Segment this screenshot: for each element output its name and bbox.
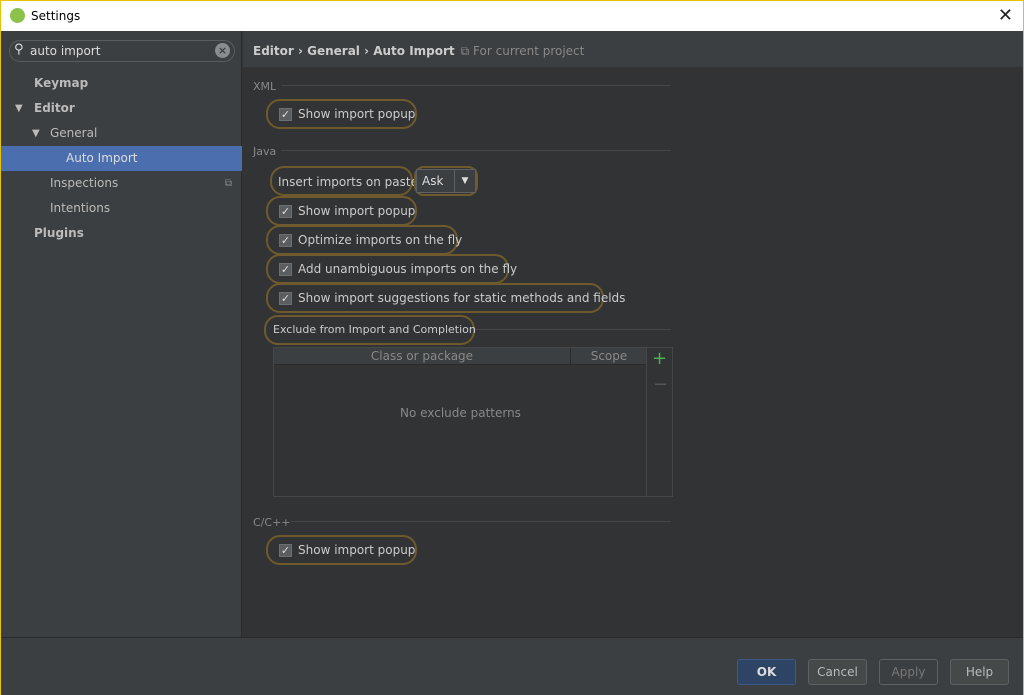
help-button[interactable]: Help xyxy=(950,659,1009,685)
checkbox-checked-icon: ✓ xyxy=(279,204,292,218)
remove-icon[interactable]: − xyxy=(653,374,668,395)
sidebar-item-label: Intentions xyxy=(50,201,111,215)
apply-button[interactable]: Apply xyxy=(879,659,938,685)
search-value: auto import xyxy=(30,44,101,58)
add-unambiguous-imports-checkbox[interactable]: ✓ Add unambiguous imports on the fly xyxy=(279,262,517,276)
breadcrumb: Editor › General › Auto Import xyxy=(253,44,455,58)
android-studio-logo-icon xyxy=(10,8,25,23)
exclude-section-title: Exclude from Import and Completion xyxy=(273,323,476,336)
settings-window: Settings ✕ ⚲ auto import × Keymap ▼ Edito… xyxy=(0,0,1024,695)
sidebar-item-label: General xyxy=(50,126,98,140)
checkbox-checked-icon: ✓ xyxy=(279,262,292,276)
cpp-show-import-popup-checkbox[interactable]: ✓ Show import popup xyxy=(279,543,415,557)
search-icon: ⚲ xyxy=(14,42,24,57)
divider xyxy=(281,150,671,151)
expand-arrow-icon[interactable]: ▼ xyxy=(32,121,40,146)
checkbox-label: Show import popup xyxy=(298,107,416,121)
title-bar: Settings ✕ xyxy=(1,1,1023,31)
sidebar-item-label: Plugins xyxy=(34,226,84,240)
checkbox-checked-icon: ✓ xyxy=(279,543,292,557)
checkbox-label: Optimize imports on the fly xyxy=(298,233,463,247)
divider xyxy=(291,521,671,522)
xml-show-import-popup-checkbox[interactable]: ✓ Show import popup xyxy=(279,107,415,121)
column-class-or-package[interactable]: Class or package xyxy=(274,348,571,365)
divider xyxy=(281,85,671,86)
close-icon[interactable]: ✕ xyxy=(998,5,1013,26)
sidebar-item-keymap[interactable]: Keymap xyxy=(1,71,242,96)
dropdown-value: Ask xyxy=(422,174,444,188)
project-scope-icon: ⧉ xyxy=(460,44,474,58)
optimize-imports-checkbox[interactable]: ✓ Optimize imports on the fly xyxy=(279,233,462,247)
static-import-suggestions-checkbox[interactable]: ✓ Show import suggestions for static meth… xyxy=(279,291,625,305)
checkbox-label: Add unambiguous imports on the fly xyxy=(298,262,518,276)
insert-imports-dropdown[interactable]: Ask ▼ xyxy=(416,169,476,193)
checkbox-checked-icon: ✓ xyxy=(279,291,292,305)
sidebar-item-editor[interactable]: ▼ Editor xyxy=(1,96,242,121)
window-title: Settings xyxy=(31,9,81,23)
footer: OK Cancel Apply Help xyxy=(1,637,1023,695)
checkbox-label: Show import suggestions for static metho… xyxy=(298,291,626,305)
checkbox-label: Show import popup xyxy=(298,543,416,557)
project-scope-icon: ⧉ xyxy=(224,178,232,189)
java-show-import-popup-checkbox[interactable]: ✓ Show import popup xyxy=(279,204,415,218)
checkbox-label: Show import popup xyxy=(298,204,416,218)
clear-search-icon[interactable]: × xyxy=(215,43,230,58)
empty-message: No exclude patterns xyxy=(400,406,521,420)
sidebar-item-label: Auto Import xyxy=(66,151,138,165)
section-xml: XML xyxy=(253,80,277,93)
insert-imports-label: Insert imports on paste: xyxy=(278,175,423,189)
ok-button[interactable]: OK xyxy=(737,659,796,685)
sidebar-item-label: Editor xyxy=(34,101,75,115)
sidebar-item-inspections[interactable]: Inspections ⧉ xyxy=(1,171,242,196)
sidebar-item-auto-import[interactable]: Auto Import xyxy=(1,146,242,171)
sidebar: ⚲ auto import × Keymap ▼ Editor ▼ General … xyxy=(1,31,242,637)
sidebar-item-intentions[interactable]: Intentions xyxy=(1,196,242,221)
sidebar-item-label: Keymap xyxy=(34,76,89,90)
search-input[interactable]: ⚲ auto import × xyxy=(9,40,235,62)
table-toolbar: + − xyxy=(646,348,672,496)
section-java: Java xyxy=(253,145,277,158)
sidebar-item-general[interactable]: ▼ General xyxy=(1,121,242,146)
column-scope[interactable]: Scope xyxy=(571,348,647,365)
sidebar-item-label: Inspections xyxy=(50,176,119,190)
add-icon[interactable]: + xyxy=(652,348,667,369)
section-cpp: C/C++ xyxy=(253,516,291,529)
chevron-down-icon: ▼ xyxy=(454,170,475,192)
cancel-button[interactable]: Cancel xyxy=(808,659,867,685)
divider xyxy=(475,329,671,330)
sidebar-item-plugins[interactable]: Plugins xyxy=(1,221,242,246)
expand-arrow-icon[interactable]: ▼ xyxy=(15,96,23,121)
scope-note: For current project xyxy=(473,44,585,58)
exclude-table: Class or package Scope No exclude patter… xyxy=(273,347,673,497)
breadcrumb-header: Editor › General › Auto Import ⧉ For curr… xyxy=(243,31,1023,67)
checkbox-checked-icon: ✓ xyxy=(279,233,292,247)
checkbox-checked-icon: ✓ xyxy=(279,107,292,121)
